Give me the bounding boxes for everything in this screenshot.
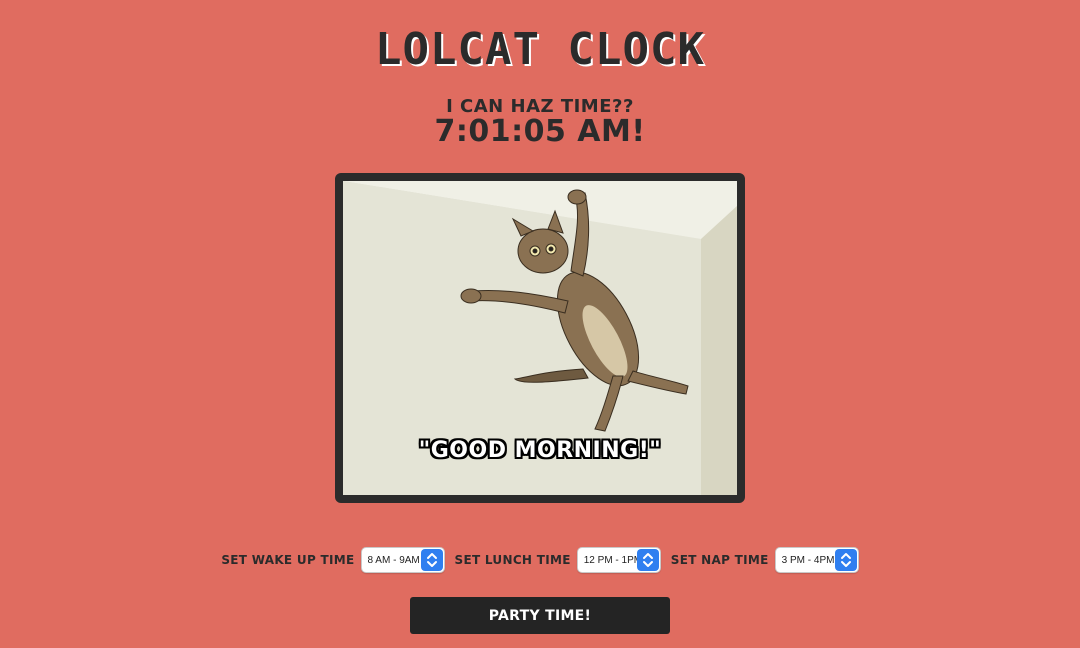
lunch-time-select[interactable]: 12 PM - 1PM — [576, 547, 661, 573]
lunch-time-label: SET LUNCH TIME — [454, 553, 571, 567]
clock-time: 7:01:05 AM! — [434, 114, 646, 149]
wake-time-select[interactable]: 8 AM - 9AM — [360, 547, 445, 573]
up-down-chevron-icon — [834, 549, 857, 571]
page: Lolcat Clock I CAN HAZ TIME?? 7:01:05 AM… — [0, 0, 1080, 648]
lolcat-image-frame: "GOOD MORNING!" — [335, 173, 745, 503]
nap-time-value: 3 PM - 4PM — [781, 554, 835, 566]
wake-time-label: SET WAKE UP TIME — [221, 553, 355, 567]
lunch-time-control: SET LUNCH TIME 12 PM - 1PM — [455, 547, 661, 573]
up-down-chevron-icon — [636, 549, 659, 571]
wake-time-control: SET WAKE UP TIME 8 AM - 9AM — [221, 547, 445, 573]
lolcat-photo: "GOOD MORNING!" — [343, 181, 737, 495]
up-down-chevron-icon — [420, 549, 443, 571]
lunch-time-value: 12 PM - 1PM — [583, 554, 643, 566]
nap-time-label: SET NAP TIME — [670, 553, 769, 567]
party-time-button[interactable]: PARTY TIME! — [410, 597, 670, 634]
wake-time-value: 8 AM - 9AM — [367, 554, 420, 566]
page-title: Lolcat Clock — [375, 24, 705, 75]
nap-time-select[interactable]: 3 PM - 4PM — [774, 547, 859, 573]
meme-caption: "GOOD MORNING!" — [418, 438, 662, 463]
nap-time-control: SET NAP TIME 3 PM - 4PM — [671, 547, 859, 573]
time-controls: SET WAKE UP TIME 8 AM - 9AM SET LUNCH TI… — [0, 546, 1080, 574]
